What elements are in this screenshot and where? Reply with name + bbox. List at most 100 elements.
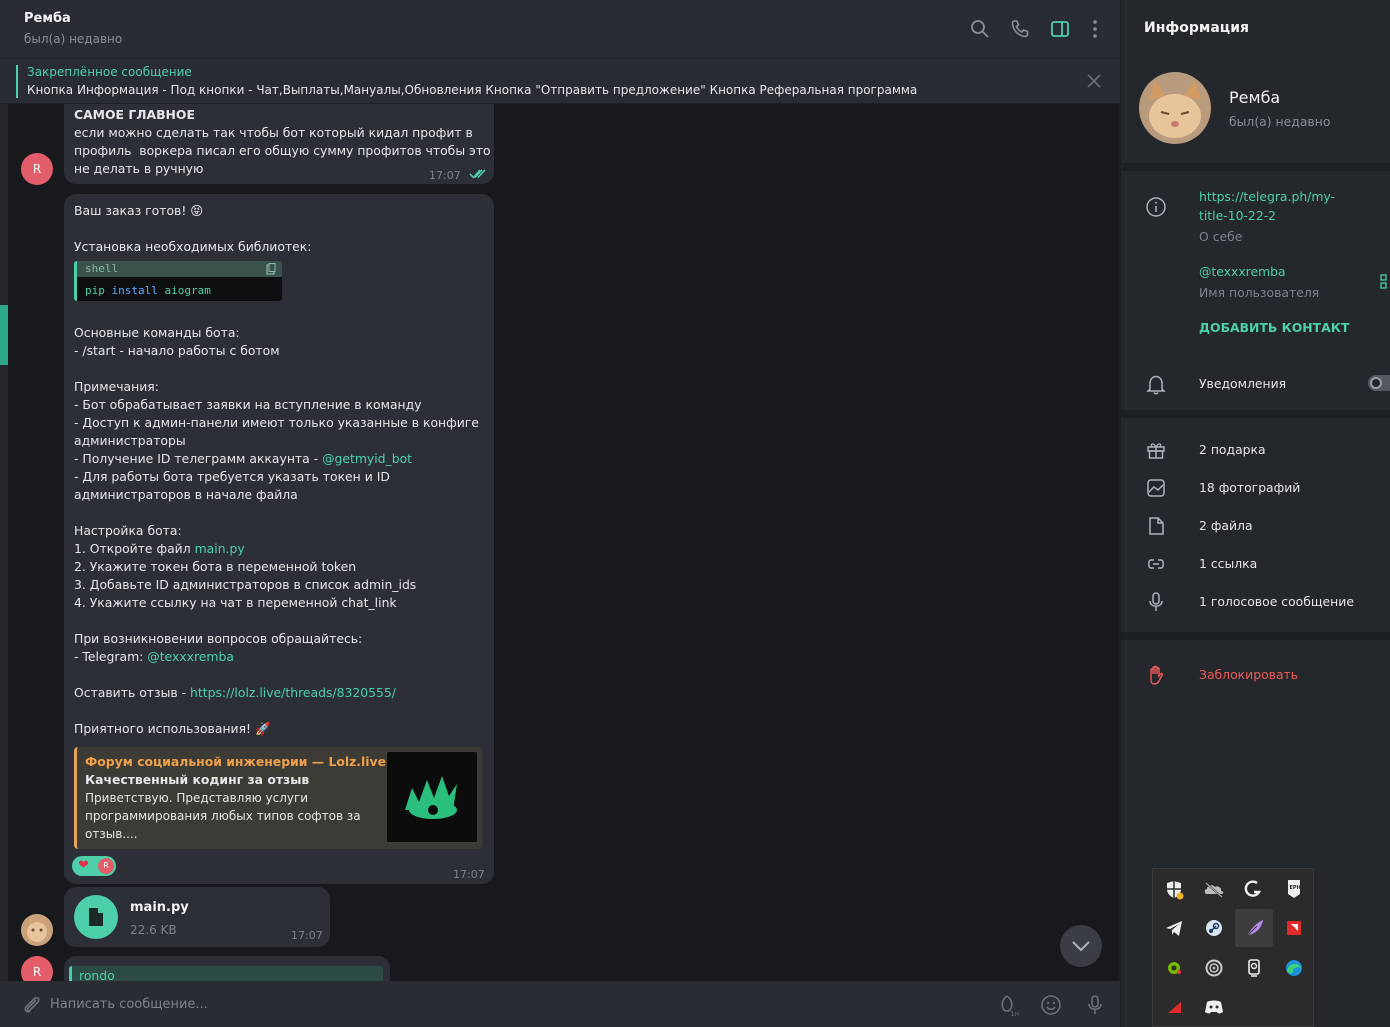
- message-line: администраторов в начале файла: [74, 487, 298, 502]
- message-bubble[interactable]: Ваш заказ готов! 😝 Установка необходимых…: [64, 194, 494, 884]
- message-line: 2. Укажите токен бота в переменной token: [74, 559, 357, 574]
- notifications-toggle[interactable]: [1368, 375, 1390, 391]
- message-line: - Получение ID телеграмм аккаунта - @get…: [74, 450, 412, 468]
- amd-icon[interactable]: [1275, 909, 1313, 947]
- review-link[interactable]: https://lolz.live/threads/8320555/: [190, 685, 396, 700]
- message-time: 17:07: [453, 868, 485, 881]
- cloud-off-icon[interactable]: [1195, 870, 1233, 908]
- message-line: администраторы: [74, 433, 186, 448]
- links-item[interactable]: 1 ссылка: [1199, 556, 1257, 571]
- add-contact-button[interactable]: ДОБАВИТЬ КОНТАКТ: [1199, 320, 1349, 335]
- discord-icon[interactable]: [1195, 988, 1233, 1026]
- reaction-badge[interactable]: ❤ R: [72, 856, 116, 876]
- message-text: Оставить отзыв -: [74, 685, 191, 700]
- reply-quote[interactable]: rondo: [69, 966, 383, 981]
- block-button[interactable]: Заблокировать: [1199, 667, 1298, 682]
- copy-icon[interactable]: [266, 263, 276, 275]
- pinned-message[interactable]: Закреплённое сообщение Кнопка Информация…: [0, 58, 1120, 103]
- nvidia-icon[interactable]: [1155, 949, 1193, 987]
- message-line: - Telegram: @texxxremba: [74, 648, 234, 666]
- username-link[interactable]: @texxxremba: [1199, 262, 1286, 281]
- microphone-icon: [1149, 592, 1163, 611]
- gift-icon: [1147, 443, 1165, 459]
- message-text: 1. Откройте файл: [74, 541, 195, 556]
- bio-link[interactable]: https://telegra.ph/my-title-10-22-2: [1199, 187, 1335, 225]
- bot-mention-link[interactable]: @getmyid_bot: [322, 451, 412, 466]
- svg-text:EPIC: EPIC: [1290, 885, 1303, 891]
- avatar[interactable]: [21, 914, 53, 946]
- gifts-item[interactable]: 2 подарка: [1199, 442, 1266, 457]
- link-icon: [1148, 559, 1164, 569]
- message-line: - /start - начало работы с ботом: [74, 343, 280, 358]
- pinned-text: Кнопка Информация - Под кнопки - Чат,Вып…: [27, 83, 918, 97]
- phone-icon[interactable]: [1009, 18, 1031, 40]
- separator: [1121, 632, 1390, 640]
- system-tray-popup: EPIC: [1152, 868, 1314, 1027]
- file-message[interactable]: main.py 22.6 KB 17:07: [64, 887, 330, 947]
- user-mention-link[interactable]: @texxxremba: [147, 649, 234, 664]
- panel-title: Информация: [1144, 20, 1249, 36]
- message-bubble[interactable]: rondo: [64, 956, 390, 981]
- file-link[interactable]: main.py: [195, 541, 245, 556]
- svg-text:1н: 1н: [1010, 1010, 1019, 1017]
- qr-code-icon[interactable]: [1380, 274, 1388, 290]
- avatar[interactable]: R: [21, 153, 53, 185]
- message-line: Оставить отзыв - https://lolz.live/threa…: [74, 684, 396, 702]
- message-input[interactable]: [50, 991, 950, 1017]
- link-preview[interactable]: Форум социальной инженерии — Lolz.live..…: [74, 747, 482, 849]
- edge-icon[interactable]: [1275, 949, 1313, 987]
- sidebar-toggle-icon[interactable]: [1049, 18, 1071, 40]
- preview-title: Форум социальной инженерии — Lolz.live..…: [85, 754, 401, 769]
- voice-messages-item[interactable]: 1 голосовое сообщение: [1199, 594, 1354, 609]
- files-item[interactable]: 2 файла: [1199, 518, 1253, 533]
- avatar[interactable]: R: [21, 956, 53, 981]
- webcam-icon[interactable]: [1235, 949, 1273, 987]
- file-download-button[interactable]: [74, 895, 118, 939]
- code-token: pip: [85, 284, 105, 297]
- message-line: 1. Откройте файл main.py: [74, 540, 245, 558]
- timer-icon[interactable]: 1н: [995, 993, 1019, 1017]
- profile-avatar[interactable]: [1139, 72, 1211, 144]
- logitech-icon[interactable]: [1235, 870, 1273, 908]
- message-line: профиль воркера писал его общую сумму пр…: [74, 143, 491, 158]
- code-token: aiogram: [164, 284, 211, 297]
- bio-link-line: https://telegra.ph/my-: [1199, 189, 1336, 204]
- mcafee-icon[interactable]: [1155, 988, 1193, 1026]
- toggle-knob: [1370, 377, 1382, 389]
- message-line: Основные команды бота:: [74, 325, 240, 340]
- chat-title[interactable]: Ремба: [24, 11, 71, 26]
- steam-icon[interactable]: [1195, 909, 1233, 947]
- telegram-icon[interactable]: [1155, 909, 1193, 947]
- scroll-down-button[interactable]: [1060, 925, 1102, 967]
- message-list[interactable]: САМОЕ ГЛАВНОЕ если можно сделать так что…: [8, 104, 1119, 981]
- bio-label: О себе: [1199, 229, 1243, 244]
- spiral-app-icon[interactable]: [1195, 949, 1233, 987]
- bell-icon: [1146, 375, 1166, 395]
- info-icon: [1146, 197, 1166, 217]
- username-label: Имя пользователя: [1199, 285, 1320, 300]
- search-icon[interactable]: [969, 18, 991, 40]
- shield-icon[interactable]: [1155, 870, 1193, 908]
- message-bubble[interactable]: САМОЕ ГЛАВНОЕ если можно сделать так что…: [64, 104, 494, 184]
- message-line: не делать в ручную: [74, 161, 204, 176]
- close-icon[interactable]: [1086, 73, 1102, 89]
- preview-text: Приветствую. Представляю услуги программ…: [85, 791, 361, 841]
- microphone-icon[interactable]: [1083, 993, 1107, 1017]
- composer: 1н: [0, 981, 1120, 1027]
- epic-games-icon[interactable]: EPIC: [1275, 870, 1313, 908]
- separator: [1121, 410, 1390, 418]
- more-options-icon[interactable]: [1084, 18, 1106, 40]
- photos-item[interactable]: 18 фотографий: [1199, 480, 1300, 495]
- profile-status: был(а) недавно: [1229, 114, 1331, 129]
- read-checks-icon: [469, 169, 486, 179]
- emoji-icon[interactable]: [1039, 993, 1063, 1017]
- code-block[interactable]: shell pip install aiogram: [74, 261, 282, 301]
- feather-app-icon[interactable]: [1235, 909, 1273, 947]
- notifications-label: Уведомления: [1199, 376, 1287, 391]
- folder-strip-active[interactable]: [0, 305, 8, 365]
- file-size: 22.6 KB: [130, 923, 177, 937]
- chat-header[interactable]: Ремба был(а) недавно: [0, 0, 1120, 58]
- message-line: если можно сделать так чтобы бот который…: [74, 125, 473, 140]
- attach-icon[interactable]: [20, 993, 44, 1017]
- pinned-accent-bar: [16, 65, 18, 98]
